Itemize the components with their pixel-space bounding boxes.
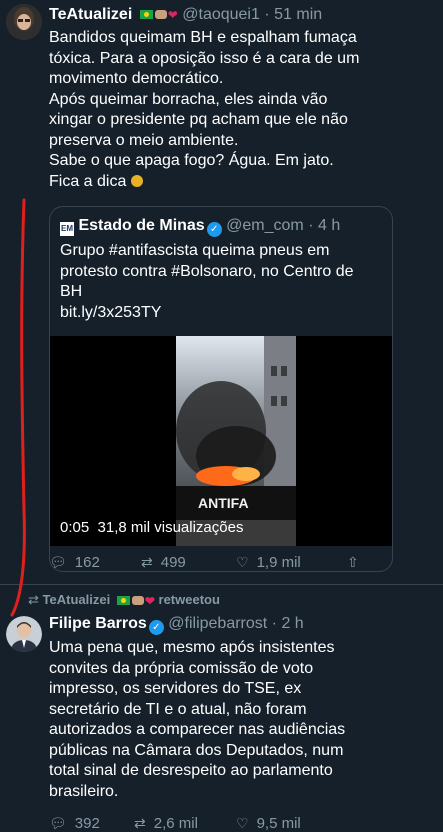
thinking-emoji-icon	[130, 174, 143, 187]
text-line: brasileiro.	[49, 782, 119, 800]
text-line: Uma pena que, mesmo após insistentes	[49, 639, 335, 656]
like-count: 9,5 mil	[256, 815, 301, 832]
text-line: protesto contra #Bolsonaro, no Centro de	[60, 262, 354, 280]
author-name[interactable]: Filipe Barros	[49, 615, 147, 632]
like-count: 1,9 mil	[256, 554, 301, 571]
text-line: BH	[60, 283, 83, 300]
reply-button[interactable]: 💬︎ 162	[49, 554, 100, 571]
tweet-time[interactable]: · 2 h	[272, 615, 304, 632]
quoted-tweet[interactable]: EM Estado de Minas ✓ @em_com · 4 h Grupo …	[49, 206, 393, 572]
text-line: Bandidos queimam BH e espalham fumaça	[49, 29, 357, 46]
retweeter-name[interactable]: TeAtualizei	[43, 592, 111, 607]
retweet-button[interactable]: ⇄ 499	[141, 554, 186, 571]
author-name[interactable]: TeAtualizei	[49, 6, 132, 23]
verified-badge-icon: ✓	[206, 222, 222, 237]
video-frame: ANTIFA	[176, 336, 296, 546]
like-icon: ♡	[236, 554, 249, 570]
like-button[interactable]: ♡ 9,5 mil	[236, 815, 301, 832]
heart-emoji-icon: ❤	[167, 7, 178, 22]
clapping-hands-icon	[154, 10, 167, 20]
brazil-flag-icon	[139, 10, 153, 20]
reply-icon: 💬︎	[49, 554, 67, 570]
tweet-text: Bandidos queimam BH e espalham fumaça tó…	[49, 28, 439, 192]
video-views: 31,8 mil visualizações	[97, 519, 244, 536]
quoted-author-handle[interactable]: @em_com	[226, 217, 304, 234]
reply-count: 162	[74, 554, 100, 571]
tweet-time[interactable]: · 51 min	[264, 6, 322, 23]
heart-emoji-icon: ❤	[144, 593, 155, 608]
video-timestamp: 0:05	[60, 519, 90, 536]
tweet-2[interactable]: Filipe Barros ✓ @filipebarrost · 2 h Uma …	[0, 610, 443, 832]
retweet-icon: ⇄	[28, 592, 39, 607]
text-line: movimento democrático.	[49, 70, 224, 87]
text-line: secretário de TI e o atual, não foram	[49, 700, 307, 718]
reply-button[interactable]: 💬︎ 392	[49, 815, 100, 832]
clapping-hands-icon	[131, 596, 144, 606]
retweet-header: ⇄ TeAtualizei ❤ retweetou	[28, 592, 220, 608]
retweet-icon: ⇄	[141, 554, 153, 570]
retweet-count: 2,6 mil	[153, 815, 198, 832]
retweet-icon: ⇄	[134, 815, 146, 831]
retweet-button[interactable]: ⇄ 2,6 mil	[134, 815, 198, 832]
avatar[interactable]	[6, 4, 42, 40]
brazil-flag-icon	[116, 596, 130, 606]
reply-icon: 💬︎	[49, 815, 67, 831]
tweet-1[interactable]: TeAtualizei ❤ @taoquei1 · 51 min Bandido…	[0, 0, 443, 585]
share-button[interactable]: ⇧	[347, 554, 359, 571]
quoted-author-name[interactable]: Estado de Minas	[78, 217, 204, 234]
text-line: Sabe o que apaga fogo? Água. Em jato.	[49, 152, 334, 169]
text-line: tóxica. Para a oposição isso é a cara de…	[49, 49, 360, 67]
like-button[interactable]: ♡ 1,9 mil	[236, 554, 301, 571]
divider	[0, 584, 443, 585]
text-line: Grupo #antifascista queima pneus em	[60, 242, 330, 259]
text-line: Após queimar borracha, eles ainda vão	[49, 90, 328, 108]
like-icon: ♡	[236, 815, 249, 831]
author-handle[interactable]: @taoquei1	[182, 6, 260, 23]
banner-text: ANTIFA	[198, 495, 249, 511]
reply-count: 392	[74, 815, 100, 832]
author-handle[interactable]: @filipebarrost	[168, 615, 267, 632]
text-line: públicas na Câmara dos Deputados, num	[49, 741, 344, 759]
text-line: impresso, os servidores do TSE, ex	[49, 680, 302, 697]
text-line: xingar o presidente pq acham que ele não	[49, 111, 348, 128]
text-line: total sinal de desrespeito ao parlamento	[49, 762, 333, 779]
text-line: preserva o meio ambiente.	[49, 131, 239, 149]
text-line: autorizados a comparecer nas audiências	[49, 721, 346, 738]
annotation-line	[10, 198, 26, 617]
video-player[interactable]: ANTIFA 0:05 31,8 mil visualizações	[50, 336, 392, 546]
share-icon: ⇧	[347, 554, 359, 570]
verified-badge-icon: ✓	[148, 620, 164, 635]
text-line: convites da própria comissão de voto	[49, 659, 314, 677]
quoted-tweet-text: Grupo #antifascista queima pneus em prot…	[60, 241, 385, 323]
text-line: Fica a dica	[49, 172, 127, 190]
quoted-tweet-time[interactable]: · 4 h	[308, 217, 340, 234]
avatar[interactable]	[6, 616, 42, 652]
tweet-text: Uma pena que, mesmo após insistentes con…	[49, 638, 439, 802]
quoted-link[interactable]: bit.ly/3x253TY	[60, 303, 385, 324]
retweet-count: 499	[160, 554, 186, 571]
retweet-label: retweetou	[158, 592, 220, 607]
publisher-logo-icon: EM	[60, 222, 74, 236]
